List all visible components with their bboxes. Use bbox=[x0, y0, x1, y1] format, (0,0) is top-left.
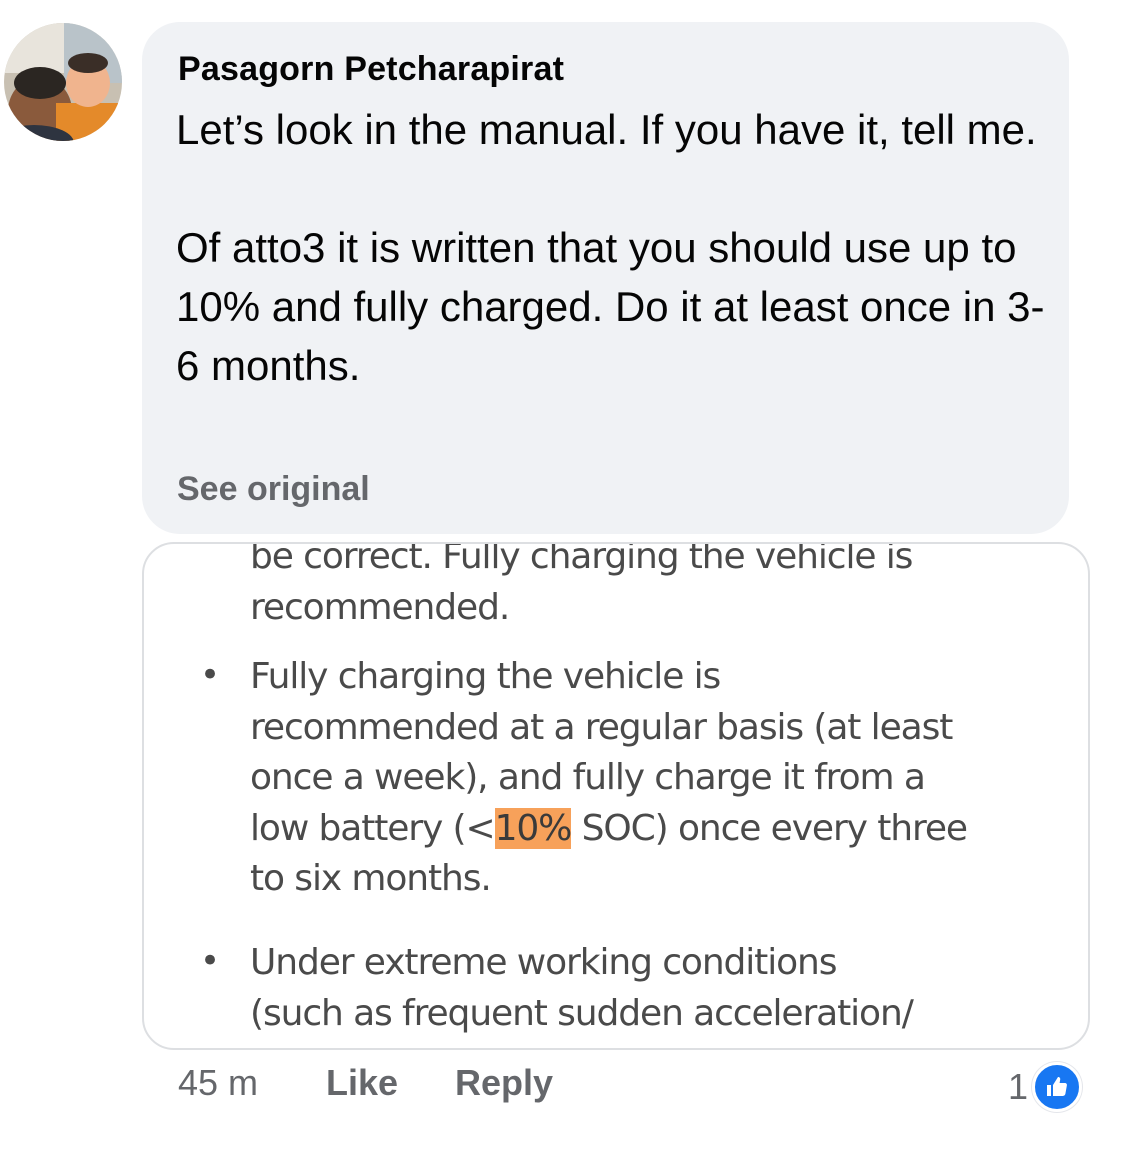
comment-paragraph: Of atto3 it is written that you should u… bbox=[176, 224, 1045, 389]
manual-text: SOC) once every three bbox=[571, 807, 968, 849]
manual-line: once a week), and fully charge it from a bbox=[250, 757, 926, 798]
attached-image[interactable]: be correct. Fully charging the vehicle i… bbox=[142, 542, 1090, 1050]
manual-line: Under extreme working conditions bbox=[250, 942, 838, 983]
timestamp[interactable]: 45 m bbox=[178, 1062, 258, 1104]
like-button[interactable]: Like bbox=[326, 1062, 398, 1104]
manual-line: (such as frequent sudden acceleration/ bbox=[250, 992, 914, 1034]
reaction-summary[interactable]: 1 bbox=[1008, 1062, 1083, 1112]
manual-line: be correct. Fully charging the vehicle i… bbox=[250, 542, 913, 577]
manual-line: low battery (<10% SOC) once every three bbox=[250, 804, 968, 855]
bullet-icon: • bbox=[200, 941, 220, 981]
reaction-count: 1 bbox=[1008, 1066, 1029, 1107]
comment-paragraph: Let’s look in the manual. If you have it… bbox=[176, 106, 1037, 153]
manual-line: to six months. bbox=[250, 858, 492, 899]
manual-text: low battery (< bbox=[250, 807, 496, 849]
bullet-text: Fully charging the vehicle is recommende… bbox=[250, 652, 968, 905]
reply-button[interactable]: Reply bbox=[455, 1062, 553, 1104]
avatar[interactable] bbox=[4, 23, 122, 141]
manual-intro: be correct. Fully charging the vehicle i… bbox=[250, 542, 913, 633]
bullet-text: Under extreme working conditions (such a… bbox=[250, 938, 914, 1039]
comment-bubble: Pasagorn Petcharapirat Let’s look in the… bbox=[142, 22, 1069, 534]
avatar-photo bbox=[4, 23, 122, 141]
manual-line: Fully charging the vehicle is bbox=[250, 656, 721, 697]
manual-line: recommended at a regular basis (at least bbox=[250, 706, 953, 748]
bullet-icon: • bbox=[200, 655, 220, 695]
see-original-link[interactable]: See original bbox=[177, 470, 370, 509]
thumbs-up-icon bbox=[1032, 1062, 1083, 1112]
comment-text: Let’s look in the manual. If you have it… bbox=[176, 100, 1056, 395]
manual-line: recommended. bbox=[250, 586, 510, 628]
highlighted-text: 10% bbox=[494, 807, 572, 849]
comment-author[interactable]: Pasagorn Petcharapirat bbox=[178, 50, 564, 89]
